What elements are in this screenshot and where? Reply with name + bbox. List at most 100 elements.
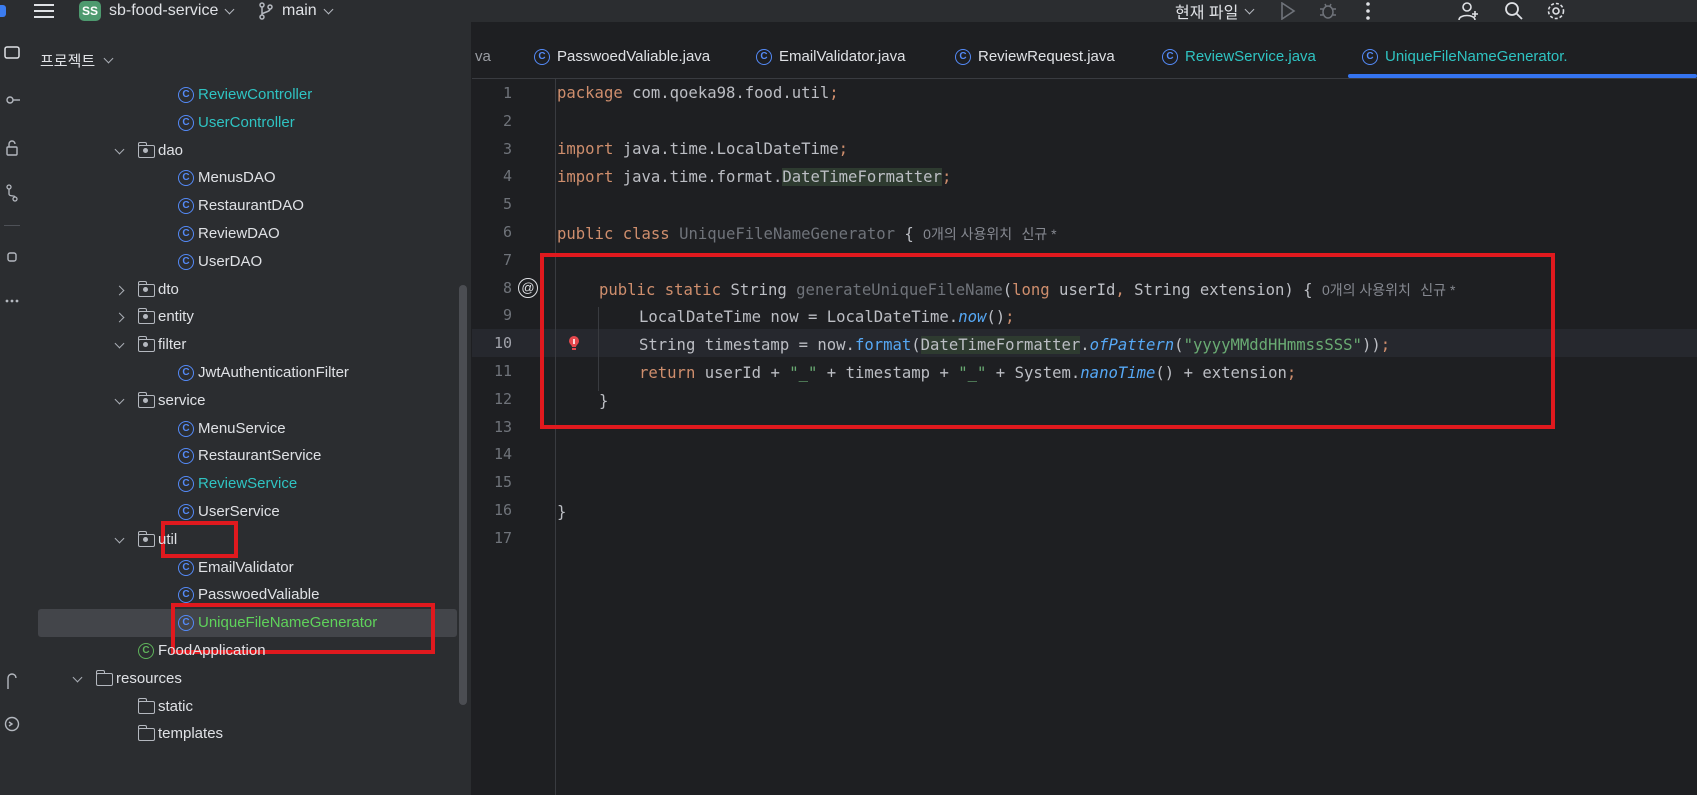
tree-item[interactable]: static (24, 693, 471, 721)
project-folder-icon[interactable] (0, 44, 24, 63)
tree-item[interactable]: templates (24, 720, 471, 748)
package-icon (137, 280, 155, 297)
tree-item[interactable]: C ReviewService (24, 470, 471, 498)
tree-item[interactable]: C ReviewController (24, 81, 471, 109)
pull-request-icon[interactable] (0, 184, 24, 205)
tree-item[interactable]: C ReviewDAO (24, 220, 471, 248)
commit-icon[interactable] (0, 92, 24, 111)
app-logo (0, 0, 6, 22)
tree-item-label: UniqueFileNameGenerator (198, 614, 378, 632)
search-icon[interactable] (1504, 0, 1524, 22)
tree-item[interactable]: util (24, 526, 471, 554)
tree-item[interactable]: C UserService (24, 498, 471, 526)
tree-item[interactable]: C UserController (24, 109, 471, 137)
structure-icon[interactable] (0, 250, 24, 266)
tree-item-label: entity (158, 308, 194, 326)
class-icon: C (1362, 48, 1378, 65)
tab-unique-file-name-generator[interactable]: C UniqueFileNameGenerator. (1362, 48, 1568, 65)
main-menu-icon[interactable] (34, 0, 54, 22)
chevron-down-icon[interactable] (114, 394, 125, 405)
tree-item-label: resources (116, 669, 182, 687)
tree-item[interactable]: service (24, 387, 471, 415)
run-icon[interactable] (1280, 0, 1296, 22)
folder-icon (137, 697, 155, 714)
run-config-selector[interactable]: 현재 파일 (1175, 0, 1255, 22)
tab-review-service[interactable]: C ReviewService.java (1162, 48, 1316, 65)
project-scrollbar[interactable] (459, 285, 467, 705)
class-icon: C (955, 48, 971, 65)
chevron-right-icon[interactable] (114, 312, 125, 323)
tree-item-label: ReviewService (198, 475, 298, 493)
title-bar: SS sb-food-service main 현재 파일 (0, 0, 1697, 22)
spring-app-icon: C (138, 643, 154, 659)
class-icon: C (534, 48, 550, 65)
code-content: package com.qoeka98.food.util; import ja… (472, 79, 1697, 795)
project-panel: 프로젝트 C ReviewController C UserController dao… (24, 22, 472, 795)
tree-item-label: PasswoedValiable (198, 586, 320, 604)
chevron-down-icon (1244, 4, 1255, 14)
tab-truncated[interactable]: va (475, 48, 491, 65)
tree-item[interactable]: C RestaurantDAO (24, 192, 471, 220)
code-line-16: } (557, 503, 567, 521)
more-tools-icon[interactable] (0, 290, 24, 306)
class-icon: C (178, 365, 194, 381)
chevron-down-icon[interactable] (114, 533, 125, 544)
strip-divider (4, 225, 20, 226)
run-config-label: 현재 파일 (1175, 5, 1239, 22)
more-actions-icon[interactable] (1365, 0, 1371, 22)
tree-item[interactable]: C MenuService (24, 415, 471, 443)
tab-label: EmailValidator.java (779, 48, 906, 65)
project-badge: SS (79, 1, 101, 21)
tree-item[interactable]: C MenusDAO (24, 164, 471, 192)
add-user-icon[interactable] (1458, 0, 1480, 22)
settings-gear-icon[interactable] (1546, 0, 1566, 22)
tree-item-label: JwtAuthenticationFilter (198, 364, 349, 381)
tab-label: ReviewService.java (1185, 48, 1316, 65)
tree-item[interactable]: dao (24, 137, 471, 165)
folder-icon (137, 725, 155, 742)
tab-label: PasswoedValiable.java (557, 48, 711, 65)
tree-item[interactable]: filter (24, 331, 471, 359)
project-selector[interactable]: SS sb-food-service (79, 0, 235, 22)
class-icon: C (178, 87, 194, 103)
tree-item-label: FoodApplication (158, 642, 266, 659)
lock-icon[interactable] (0, 140, 24, 159)
chevron-right-icon[interactable] (114, 285, 125, 296)
chevron-down-icon[interactable] (114, 338, 125, 349)
tree-item-label: MenuService (198, 419, 286, 437)
tree-item[interactable]: C EmailValidator (24, 554, 471, 582)
project-panel-header[interactable]: 프로젝트 (40, 50, 114, 71)
branch-selector[interactable]: main (258, 0, 334, 22)
tab-email-validator[interactable]: C EmailValidator.java (756, 48, 905, 65)
tree-item[interactable]: C JwtAuthenticationFilter (24, 359, 471, 387)
tab-passwoed-valiable[interactable]: C PasswoedValiable.java (534, 48, 710, 65)
new-hint[interactable]: 신규 * (1022, 226, 1057, 242)
usages-hint[interactable]: 0개의 사용위치 (923, 226, 1012, 242)
class-icon: C (756, 48, 772, 65)
tab-review-request[interactable]: C ReviewRequest.java (955, 48, 1115, 65)
tree-item[interactable]: C RestaurantService (24, 442, 471, 470)
tree-item-label: RestaurantDAO (198, 197, 304, 215)
tree-item-label: util (158, 530, 178, 548)
services-icon[interactable] (0, 672, 24, 693)
tool-window-strip (0, 22, 24, 795)
tree-item[interactable]: resources (24, 665, 471, 693)
tree-item-label: UserDAO (198, 252, 263, 270)
tree-item[interactable]: dto (24, 276, 471, 304)
class-icon: C (178, 253, 194, 270)
tree-item[interactable]: C UserDAO (24, 248, 471, 276)
tree-item-label: dto (158, 280, 179, 298)
tree-item-label: UserController (198, 113, 295, 131)
project-panel-title: 프로젝트 (40, 53, 96, 70)
tree-item-label: UserService (198, 503, 280, 520)
code-line-6: public class UniqueFileNameGenerator { 0… (557, 225, 1057, 243)
class-icon: C (1162, 48, 1178, 65)
chevron-down-icon[interactable] (72, 672, 83, 683)
chevron-down-icon[interactable] (114, 144, 125, 155)
terminal-icon[interactable] (0, 716, 24, 735)
tree-item[interactable]: entity (24, 303, 471, 331)
class-icon: C (178, 198, 194, 215)
chevron-down-icon (103, 53, 114, 64)
override-marker-icon[interactable]: @ (518, 278, 538, 298)
debug-icon[interactable] (1318, 0, 1338, 22)
